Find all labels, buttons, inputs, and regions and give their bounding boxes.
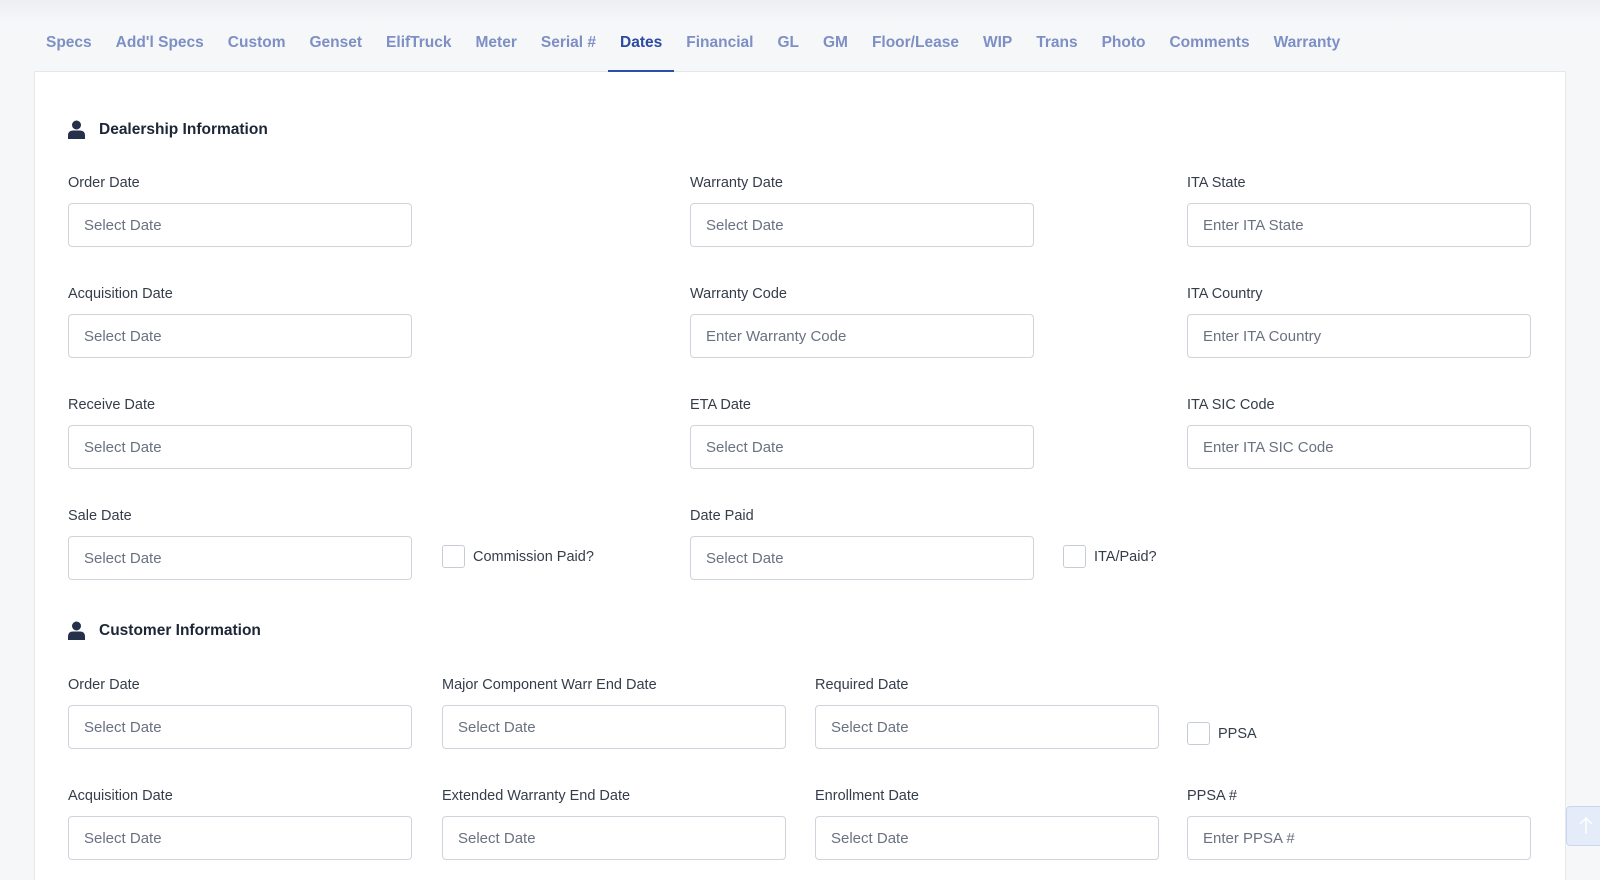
dealer-acquisition-date-field: Acquisition Date [68, 286, 412, 358]
top-bar-shadow [0, 0, 1600, 22]
field-label: Order Date [68, 677, 140, 693]
ita-state-field: ITA State [1187, 175, 1531, 247]
field-label: Date Paid [690, 508, 754, 524]
field-label: Receive Date [68, 397, 156, 413]
ita-paid-checkbox[interactable]: ITA/Paid? [1063, 545, 1157, 568]
field-label: Major Component Warr End Date [442, 677, 657, 693]
tab-serial[interactable]: Serial # [529, 26, 608, 72]
eta-date-field: ETA Date [690, 397, 1034, 469]
ppsa-checkbox[interactable]: PPSA [1187, 722, 1257, 745]
tab-custom[interactable]: Custom [216, 26, 298, 72]
field-label: Acquisition Date [68, 788, 173, 804]
tab-financial[interactable]: Financial [674, 26, 765, 72]
warranty-code-input[interactable] [690, 314, 1034, 358]
dealer-order-date-input[interactable] [68, 203, 412, 247]
tab-meter[interactable]: Meter [464, 26, 529, 72]
dealer-sale-date-field: Sale Date [68, 508, 412, 580]
customer-order-date-input[interactable] [68, 705, 412, 749]
customer-section-title: Customer Information [68, 621, 261, 640]
warranty-date-input[interactable] [690, 203, 1034, 247]
date-paid-input[interactable] [690, 536, 1034, 580]
customer-order-date-field: Order Date [68, 677, 412, 749]
tab-specs[interactable]: Specs [34, 26, 104, 72]
ita-sic-code-input[interactable] [1187, 425, 1531, 469]
tab-comments[interactable]: Comments [1157, 26, 1261, 72]
tab-gl[interactable]: GL [765, 26, 811, 72]
tab-dates[interactable]: Dates [608, 26, 675, 73]
field-label: Order Date [68, 175, 140, 191]
ita-state-input[interactable] [1187, 203, 1531, 247]
tab-floor-lease[interactable]: Floor/Lease [860, 26, 971, 72]
warranty-code-field: Warranty Code [690, 286, 1034, 358]
checkbox-label: ITA/Paid? [1094, 548, 1157, 565]
ppsa-number-field: PPSA # [1187, 788, 1531, 860]
tab-wip[interactable]: WIP [971, 26, 1024, 72]
field-label: ITA Country [1187, 286, 1263, 302]
tab-genset[interactable]: Genset [297, 26, 374, 72]
section-title-text: Dealership Information [99, 120, 268, 138]
tab-warranty[interactable]: Warranty [1262, 26, 1353, 72]
field-label: Warranty Code [690, 286, 787, 302]
extended-warranty-end-field: Extended Warranty End Date [442, 788, 786, 860]
field-label: Sale Date [68, 508, 132, 524]
field-label: Extended Warranty End Date [442, 788, 631, 804]
ita-country-field: ITA Country [1187, 286, 1531, 358]
tab-eliftruck[interactable]: ElifTruck [374, 26, 463, 72]
commission-paid-checkbox[interactable]: Commission Paid? [442, 545, 594, 568]
field-label: Enrollment Date [815, 788, 919, 804]
dealer-receive-date-field: Receive Date [68, 397, 412, 469]
dealer-receive-date-input[interactable] [68, 425, 412, 469]
required-date-input[interactable] [815, 705, 1159, 749]
date-paid-field: Date Paid [690, 508, 1034, 580]
field-label: Required Date [815, 677, 909, 693]
customer-acquisition-date-input[interactable] [68, 816, 412, 860]
user-icon [68, 621, 85, 640]
dealer-sale-date-input[interactable] [68, 536, 412, 580]
checkbox-box[interactable] [1187, 722, 1210, 745]
tab-photo[interactable]: Photo [1090, 26, 1158, 72]
dealer-order-date-field: Order Date [68, 175, 412, 247]
arrow-up-icon [1579, 817, 1593, 834]
ppsa-number-input[interactable] [1187, 816, 1531, 860]
checkbox-box[interactable] [1063, 545, 1086, 568]
user-icon [68, 120, 85, 139]
checkbox-box[interactable] [442, 545, 465, 568]
dates-panel: Dealership Information Order Date Acquis… [34, 72, 1566, 880]
field-label: ETA Date [690, 397, 751, 413]
field-label: Acquisition Date [68, 286, 173, 302]
dealership-section-title: Dealership Information [68, 120, 268, 139]
tab-trans[interactable]: Trans [1024, 26, 1089, 72]
customer-acquisition-date-field: Acquisition Date [68, 788, 412, 860]
eta-date-input[interactable] [690, 425, 1034, 469]
major-component-warr-end-input[interactable] [442, 705, 786, 749]
scroll-to-top-button[interactable] [1566, 806, 1600, 846]
field-label: ITA SIC Code [1187, 397, 1275, 413]
warranty-date-field: Warranty Date [690, 175, 1034, 247]
field-label: ITA State [1187, 175, 1246, 191]
required-date-field: Required Date [815, 677, 1159, 749]
enrollment-date-field: Enrollment Date [815, 788, 1159, 860]
major-component-warr-end-field: Major Component Warr End Date [442, 677, 786, 749]
section-title-text: Customer Information [99, 621, 261, 639]
tab-bar: Specs Add'l Specs Custom Genset ElifTruc… [34, 26, 1566, 73]
extended-warranty-end-input[interactable] [442, 816, 786, 860]
ita-sic-code-field: ITA SIC Code [1187, 397, 1531, 469]
tab-addl-specs[interactable]: Add'l Specs [104, 26, 216, 72]
enrollment-date-input[interactable] [815, 816, 1159, 860]
ita-country-input[interactable] [1187, 314, 1531, 358]
checkbox-label: PPSA [1218, 725, 1257, 742]
dealer-acquisition-date-input[interactable] [68, 314, 412, 358]
field-label: Warranty Date [690, 175, 783, 191]
tab-gm[interactable]: GM [811, 26, 860, 72]
field-label: PPSA # [1187, 788, 1237, 804]
checkbox-label: Commission Paid? [473, 548, 594, 565]
